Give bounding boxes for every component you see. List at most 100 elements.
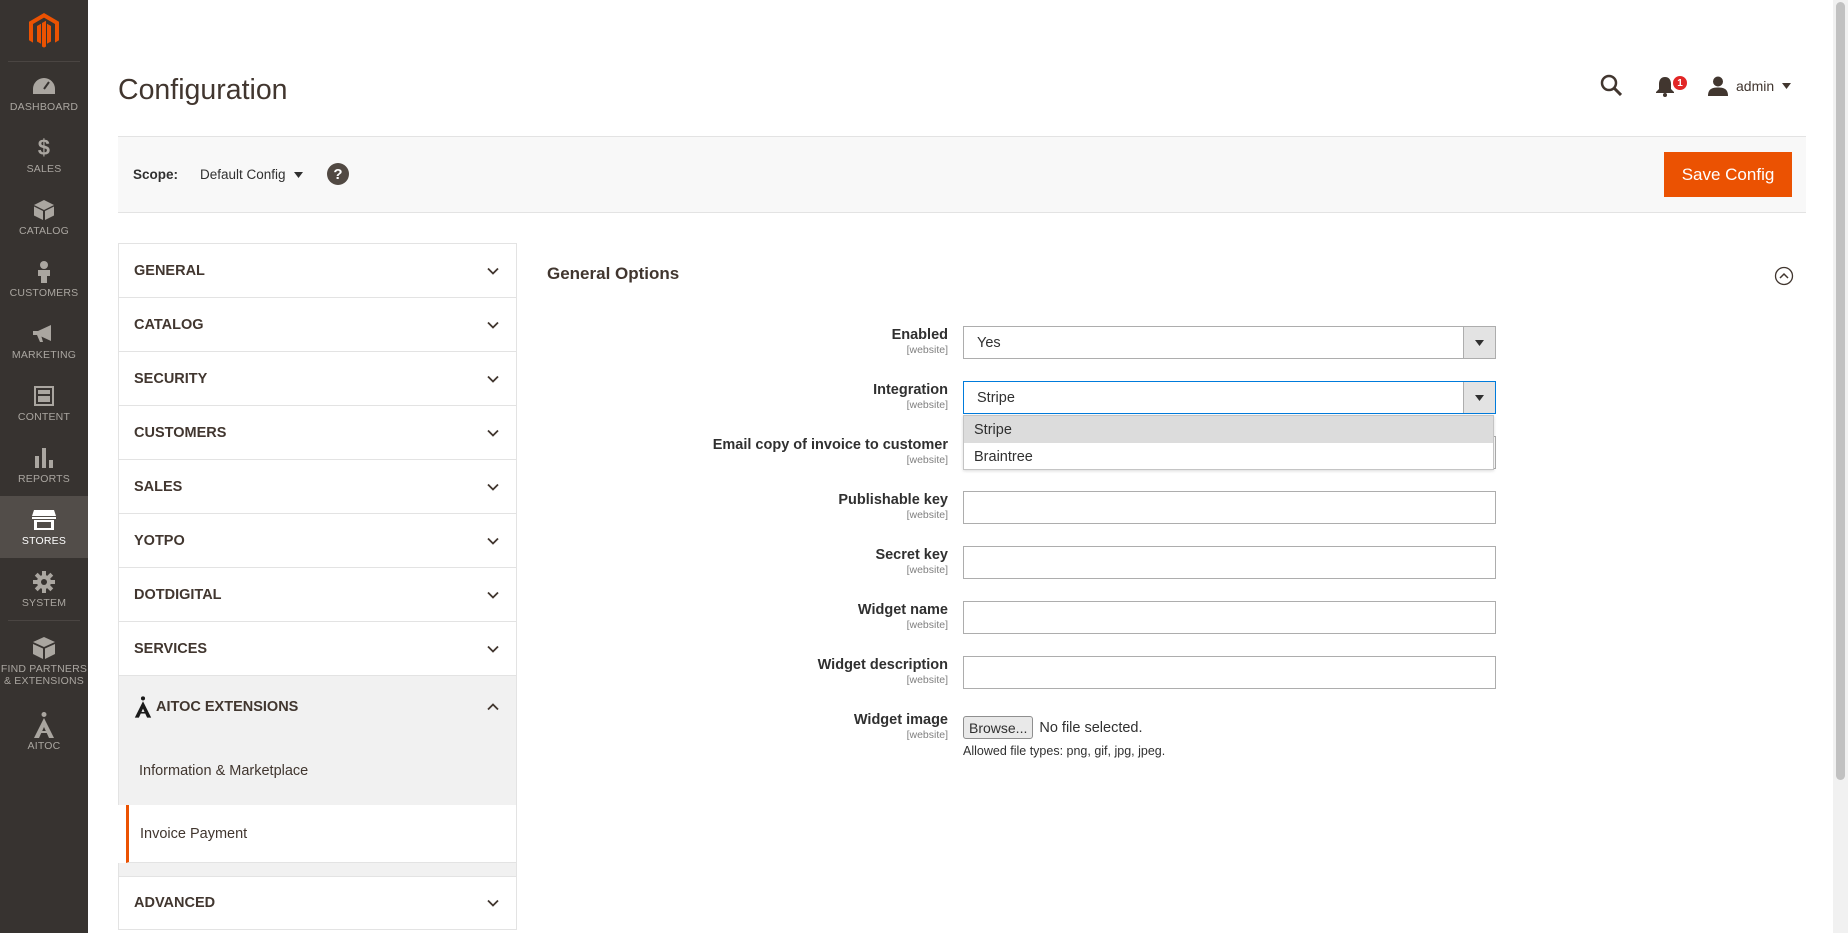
integration-label: Integration [website]	[873, 382, 948, 411]
widget-description-input[interactable]	[963, 656, 1496, 689]
blocks-icon	[31, 636, 57, 660]
menu-label: AITOC	[27, 739, 61, 752]
field-scope: [website]	[906, 564, 948, 576]
save-config-button[interactable]: Save Config	[1664, 152, 1792, 197]
tab-item-invoice-payment[interactable]: Invoice Payment	[126, 805, 517, 863]
tab-general[interactable]: GENERAL	[118, 243, 517, 297]
global-search-button[interactable]	[1600, 74, 1626, 100]
admin-user-menu[interactable]: admin	[1708, 76, 1792, 96]
page-scrollbar[interactable]	[1833, 0, 1848, 933]
bar-chart-icon	[31, 446, 57, 470]
chevron-up-icon	[487, 702, 499, 710]
page-title: Configuration	[118, 74, 288, 106]
menu-label: SALES	[26, 162, 62, 175]
page-actions-bar: Scope: Default Config ? Save Config	[118, 136, 1806, 213]
menu-label: CONTENT	[17, 410, 71, 423]
menu-item-system[interactable]: SYSTEM	[0, 558, 88, 620]
scope-help-icon[interactable]: ?	[327, 163, 349, 185]
tab-label: CATALOG	[134, 316, 204, 333]
scrollbar-thumb[interactable]	[1836, 2, 1845, 780]
field-label-text: Enabled	[891, 327, 948, 343]
integration-select[interactable]: Stripe	[963, 381, 1496, 414]
tab-item-information-marketplace[interactable]: Information & Marketplace	[118, 737, 517, 805]
chevron-down-icon	[487, 267, 499, 275]
field-scope: [website]	[906, 619, 948, 631]
tab-label: ADVANCED	[134, 895, 216, 911]
scope-switcher[interactable]: Default Config	[200, 167, 303, 182]
tab-label: DOTDIGITAL	[134, 586, 222, 603]
menu-item-catalog[interactable]: CATALOG	[0, 186, 88, 248]
chevron-up-circle-icon	[1774, 266, 1794, 286]
section-title[interactable]: General Options	[547, 264, 679, 284]
field-scope: [website]	[906, 509, 948, 521]
tab-advanced[interactable]: ADVANCED	[118, 876, 517, 930]
enabled-select[interactable]: Yes	[963, 326, 1496, 359]
tab-aitoc-extensions[interactable]: AITOC EXTENSIONS	[118, 675, 517, 737]
field-label-text: Widget image	[853, 712, 948, 728]
menu-label: CUSTOMERS	[9, 286, 79, 299]
gear-icon	[31, 570, 57, 594]
tab-catalog[interactable]: CATALOG	[118, 297, 517, 351]
menu-label: REPORTS	[18, 472, 70, 485]
tab-label: GENERAL	[134, 262, 205, 279]
magento-logo-icon[interactable]	[8, 0, 80, 62]
tab-label: SECURITY	[134, 370, 208, 387]
caret-down-icon	[293, 171, 303, 178]
aitoc-logo-icon	[134, 695, 152, 718]
chevron-down-icon	[487, 375, 499, 383]
dashboard-icon	[31, 74, 57, 98]
menu-item-dashboard[interactable]: DASHBOARD	[0, 62, 88, 124]
menu-item-stores[interactable]: STORES	[0, 496, 88, 558]
dropdown-option-braintree[interactable]: Braintree	[964, 443, 1493, 470]
chevron-down-icon	[487, 537, 499, 545]
browse-button[interactable]: Browse...	[963, 716, 1034, 739]
widget-name-input[interactable]	[963, 601, 1496, 634]
scope-label: Scope:	[133, 167, 179, 182]
file-status-text: No file selected.	[1039, 719, 1143, 736]
field-scope: [website]	[906, 399, 948, 411]
menu-label: CATALOG	[18, 224, 70, 237]
publishable-key-input[interactable]	[963, 491, 1496, 524]
menu-item-find-partners[interactable]: FIND PARTNERS & EXTENSIONS	[0, 621, 88, 701]
menu-item-reports[interactable]: REPORTS	[0, 434, 88, 496]
menu-item-content[interactable]: CONTENT	[0, 372, 88, 434]
tab-label: SALES	[134, 478, 183, 495]
storefront-icon	[31, 508, 57, 532]
tab-yotpo[interactable]: YOTPO	[118, 513, 517, 567]
allowed-file-types-note: Allowed file types: png, gif, jpg, jpeg.	[963, 744, 1166, 758]
field-scope: [website]	[906, 454, 948, 466]
field-label-text: Widget name	[857, 602, 948, 618]
dropdown-option-stripe[interactable]: Stripe	[964, 416, 1493, 443]
menu-item-aitoc[interactable]: AITOC	[0, 701, 88, 763]
tab-label: AITOC EXTENSIONS	[156, 698, 299, 715]
tab-sales[interactable]: SALES	[118, 459, 517, 513]
field-label-text: Email copy of invoice to customer	[712, 437, 948, 453]
menu-label: SYSTEM	[21, 596, 67, 609]
tab-group-spacer	[118, 863, 517, 876]
secret-key-label: Secret key [website]	[875, 547, 948, 576]
person-icon	[31, 260, 57, 284]
tab-services[interactable]: SERVICES	[118, 621, 517, 675]
secret-key-input[interactable]	[963, 546, 1496, 579]
menu-label: STORES	[21, 534, 67, 547]
menu-item-sales[interactable]: $ SALES	[0, 124, 88, 186]
config-tabs: GENERAL CATALOG SECURITY CUSTOMERS SALES…	[118, 243, 517, 930]
collapse-section-button[interactable]	[1774, 266, 1794, 286]
publishable-key-label: Publishable key [website]	[838, 492, 948, 521]
field-label-text: Publishable key	[838, 492, 948, 508]
tab-label: SERVICES	[134, 640, 208, 657]
chevron-down-icon	[487, 645, 499, 653]
user-icon	[1708, 76, 1728, 96]
notifications-counter: 1	[1671, 74, 1689, 92]
notifications-button[interactable]: 1	[1656, 74, 1690, 101]
tab-dotdigital[interactable]: DOTDIGITAL	[118, 567, 517, 621]
menu-item-customers[interactable]: CUSTOMERS	[0, 248, 88, 310]
tab-customers[interactable]: CUSTOMERS	[118, 405, 517, 459]
select-value: Yes	[977, 334, 1001, 351]
chevron-down-icon	[487, 591, 499, 599]
aitoc-logo-icon	[31, 711, 57, 738]
layout-icon	[31, 384, 57, 408]
menu-item-marketing[interactable]: MARKETING	[0, 310, 88, 372]
tab-security[interactable]: SECURITY	[118, 351, 517, 405]
select-arrow-icon	[1463, 382, 1495, 413]
